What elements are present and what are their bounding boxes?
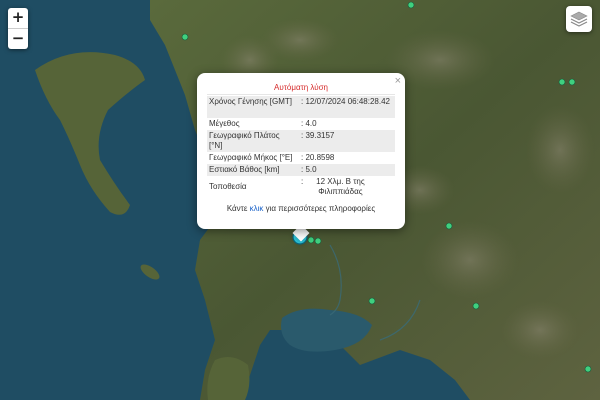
- row-label: Χρόνος Γένησης [GMT]: [207, 96, 297, 118]
- row-label: Γεωγραφικό Μήκος [°E]: [209, 153, 293, 162]
- zoom-control: + −: [8, 8, 28, 49]
- table-row: Γεωγραφικό Μήκος [°E] : 20.8598: [207, 152, 395, 164]
- close-icon[interactable]: ×: [395, 75, 401, 87]
- table-row: Χρόνος Γένησης [GMT] : 12/07/2024 06:48:…: [207, 96, 395, 118]
- origin-time-value: 12/07/2024 06:48:28.42: [305, 97, 390, 106]
- layers-stack-icon: [570, 11, 588, 27]
- more-info-link[interactable]: κλικ: [250, 204, 264, 213]
- row-value: : 12/07/2024 06:48:28.42: [297, 96, 395, 118]
- latitude-value: 39.3157: [305, 131, 335, 140]
- row-label: Γεωγραφικό Πλάτος [°N]: [207, 130, 297, 152]
- more-info-line: Κάντε κλικ για περισσότερες πληροφορίες: [207, 204, 395, 213]
- zoom-out-button[interactable]: −: [8, 28, 28, 49]
- quake-marker: [407, 1, 415, 9]
- quake-marker: [472, 302, 480, 310]
- popup-title: Αυτόματη λύση: [207, 82, 395, 95]
- table-row: Γεωγραφικό Πλάτος [°N] : 39.3157: [207, 130, 395, 152]
- table-row: Τοποθεσία : 12 Χλμ. Β της Φιλιππιάδας: [207, 176, 395, 198]
- layers-button[interactable]: [566, 6, 592, 32]
- zoom-in-button[interactable]: +: [8, 8, 28, 28]
- row-value: : 5.0: [297, 164, 395, 176]
- quake-marker: [558, 78, 566, 86]
- row-value: : 39.3157: [297, 130, 395, 152]
- row-label: Μέγεθος: [209, 119, 240, 128]
- earthquake-popup: × Αυτόματη λύση Χρόνος Γένησης [GMT] : 1…: [197, 73, 405, 229]
- quake-marker: [584, 365, 592, 373]
- lefkada-island: [207, 356, 250, 400]
- row-value: : 12 Χλμ. Β της Φιλιππιάδας: [297, 176, 395, 198]
- quake-marker: [445, 222, 453, 230]
- more-suffix: για περισσότερες πληροφορίες: [265, 204, 376, 213]
- quake-marker: [314, 237, 322, 245]
- magnitude-value: 4.0: [305, 119, 317, 128]
- quake-marker: [307, 236, 315, 244]
- quake-marker: [181, 33, 189, 41]
- more-prefix: Κάντε: [226, 204, 248, 213]
- table-row: Μέγεθος : 4.0: [207, 118, 395, 130]
- row-label: Εστιακό Βάθος [km]: [207, 164, 297, 176]
- depth-value: 5.0: [305, 165, 317, 174]
- location-value: 12 Χλμ. Β της Φιλιππιάδας: [316, 177, 365, 196]
- table-row: Εστιακό Βάθος [km] : 5.0: [207, 164, 395, 176]
- longitude-value: 20.8598: [305, 153, 335, 162]
- row-value: : 20.8598: [301, 153, 335, 162]
- quake-marker: [568, 78, 576, 86]
- row-label: Τοποθεσία: [209, 182, 247, 191]
- quake-marker: [368, 297, 376, 305]
- earthquake-details-table: Χρόνος Γένησης [GMT] : 12/07/2024 06:48:…: [207, 96, 395, 198]
- row-value: : 4.0: [301, 119, 317, 128]
